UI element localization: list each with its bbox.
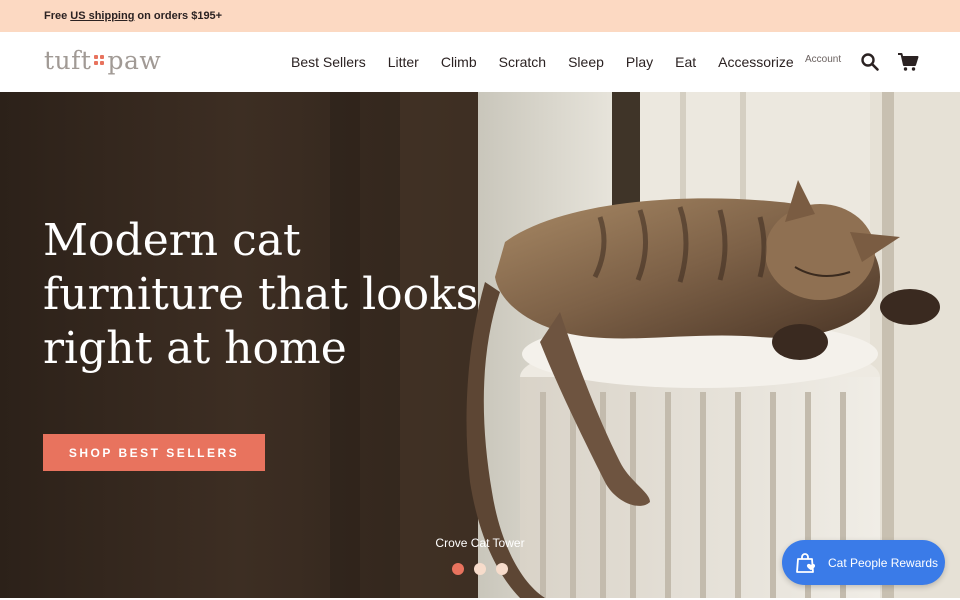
search-icon[interactable] bbox=[860, 52, 880, 72]
hero-banner: Modern cat furniture that looks right at… bbox=[0, 92, 960, 598]
nav-item-accessorize[interactable]: Accessorize bbox=[718, 54, 793, 70]
rewards-label: Cat People Rewards bbox=[828, 555, 939, 570]
promo-bar: Free US shipping on orders $195+ bbox=[0, 0, 960, 32]
nav-item-scratch[interactable]: Scratch bbox=[499, 54, 546, 70]
nav-item-eat[interactable]: Eat bbox=[675, 54, 696, 70]
nav-item-play[interactable]: Play bbox=[626, 54, 653, 70]
carousel-dots bbox=[452, 563, 508, 575]
hero-title: Modern cat furniture that looks right at… bbox=[43, 215, 479, 374]
account-link[interactable]: Account bbox=[805, 54, 841, 65]
carousel-dot-2[interactable] bbox=[474, 563, 486, 575]
nav-item-sleep[interactable]: Sleep bbox=[568, 54, 604, 70]
logo-text-left: tuft bbox=[44, 45, 92, 75]
logo-paw-icon bbox=[94, 55, 105, 65]
main-nav: Best Sellers Litter Climb Scratch Sleep … bbox=[291, 32, 794, 92]
logo-text-right: paw bbox=[107, 45, 162, 75]
cart-icon[interactable] bbox=[897, 51, 919, 73]
nav-item-climb[interactable]: Climb bbox=[441, 54, 477, 70]
rewards-button[interactable]: Cat People Rewards bbox=[782, 540, 945, 585]
brand-logo[interactable]: tuft paw bbox=[44, 45, 161, 75]
promo-shipping-link[interactable]: US shipping bbox=[70, 10, 134, 22]
site-header: tuft paw Best Sellers Litter Climb Scrat… bbox=[0, 32, 960, 92]
shopping-bag-heart-icon bbox=[796, 552, 816, 573]
carousel-dot-1[interactable] bbox=[452, 563, 464, 575]
promo-prefix: Free bbox=[44, 10, 68, 22]
slide-caption-text[interactable]: Crove Cat Tower bbox=[435, 536, 524, 550]
carousel-dot-3[interactable] bbox=[496, 563, 508, 575]
nav-item-litter[interactable]: Litter bbox=[388, 54, 419, 70]
promo-suffix: on orders $195+ bbox=[137, 10, 223, 22]
shop-best-sellers-button[interactable]: SHOP BEST SELLERS bbox=[43, 434, 265, 471]
nav-item-best-sellers[interactable]: Best Sellers bbox=[291, 54, 366, 70]
